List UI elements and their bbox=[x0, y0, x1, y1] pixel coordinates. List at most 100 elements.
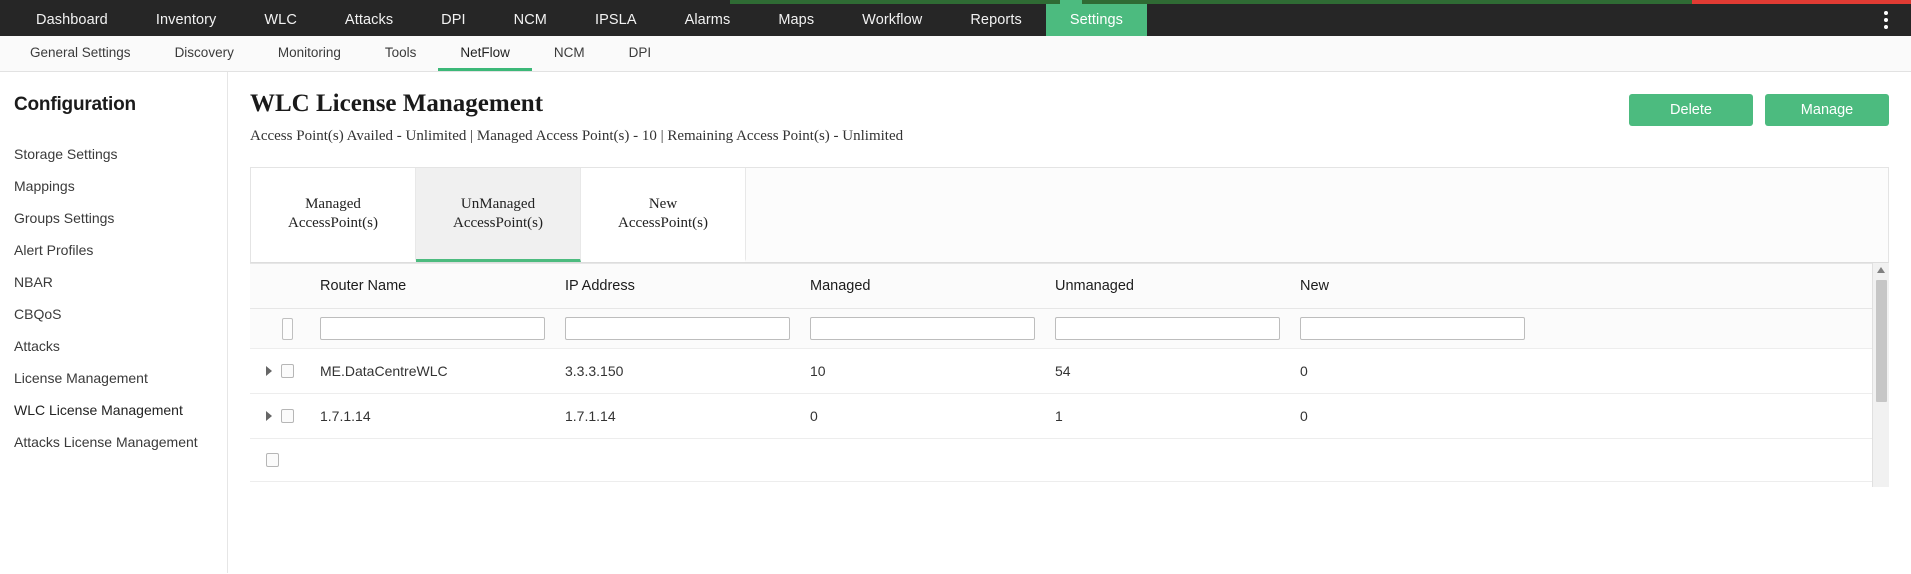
table-head: Router Name IP Address Managed Unmanaged… bbox=[250, 263, 1889, 309]
table-row[interactable]: ME.DataCentreWLC 3.3.3.150 10 54 0 bbox=[250, 348, 1889, 394]
filter-cell-managed bbox=[810, 308, 1055, 349]
cell-router-name bbox=[320, 438, 565, 482]
nav-item-attacks[interactable]: Attacks bbox=[321, 4, 417, 36]
row-checkbox[interactable] bbox=[281, 364, 294, 378]
filter-input-ip-address[interactable] bbox=[565, 317, 791, 340]
subnav-item-dpi[interactable]: DPI bbox=[607, 36, 674, 71]
page-layout: Configuration Storage Settings Mappings … bbox=[0, 72, 1911, 573]
sidebar-item-nbar[interactable]: NBAR bbox=[0, 266, 227, 298]
filter-cell-unmanaged bbox=[1055, 308, 1300, 349]
nav-item-ncm[interactable]: NCM bbox=[490, 4, 571, 36]
cell-spacer bbox=[1545, 393, 1889, 439]
table-body: ME.DataCentreWLC 3.3.3.150 10 54 0 1.7.1… bbox=[250, 308, 1889, 482]
sidebar-item-cbqos[interactable]: CBQoS bbox=[0, 298, 227, 330]
filter-cell-router-name bbox=[320, 308, 565, 349]
nav-item-inventory[interactable]: Inventory bbox=[132, 4, 241, 36]
tab-label-line2: AccessPoint(s) bbox=[618, 214, 708, 231]
page-header-actions: Delete Manage bbox=[1629, 90, 1889, 126]
sidebar-item-groups-settings[interactable]: Groups Settings bbox=[0, 202, 227, 234]
table-vertical-scrollbar[interactable] bbox=[1872, 263, 1889, 487]
tab-filler bbox=[746, 168, 1888, 262]
sidebar-item-label: Attacks bbox=[14, 338, 60, 354]
subnav-item-label: Tools bbox=[384, 44, 417, 60]
column-resize-handle[interactable] bbox=[282, 317, 293, 340]
scroll-up-arrow-icon[interactable] bbox=[1877, 267, 1885, 273]
tab-label-line1: UnManaged bbox=[460, 195, 536, 212]
nav-item-dpi[interactable]: DPI bbox=[417, 4, 489, 36]
subnav-item-label: DPI bbox=[628, 44, 652, 60]
nav-item-label: Maps bbox=[778, 12, 815, 28]
page-title: WLC License Management bbox=[250, 90, 544, 117]
tab-new-accesspoints[interactable]: New AccessPoint(s) bbox=[581, 168, 746, 262]
subnav-item-general-settings[interactable]: General Settings bbox=[8, 36, 153, 71]
nav-item-maps[interactable]: Maps bbox=[754, 4, 838, 36]
tab-label-line2: AccessPoint(s) bbox=[288, 214, 378, 231]
nav-item-reports[interactable]: Reports bbox=[946, 4, 1045, 36]
nav-item-settings[interactable]: Settings bbox=[1045, 4, 1148, 36]
subnav-item-netflow[interactable]: NetFlow bbox=[438, 36, 532, 71]
cell-spacer bbox=[1545, 438, 1889, 482]
subnav-item-ncm[interactable]: NCM bbox=[532, 36, 607, 71]
nav-item-label: DPI bbox=[441, 12, 466, 28]
nav-item-ipsla[interactable]: IPSLA bbox=[571, 4, 661, 36]
sidebar-item-storage-settings[interactable]: Storage Settings bbox=[0, 138, 227, 170]
sidebar-item-label: WLC License Management bbox=[14, 402, 183, 418]
filter-input-new[interactable] bbox=[1300, 317, 1526, 340]
table-row[interactable]: 1.7.1.14 1.7.1.14 0 1 0 bbox=[250, 393, 1889, 439]
filter-input-unmanaged[interactable] bbox=[1055, 317, 1281, 340]
subnav-item-monitoring[interactable]: Monitoring bbox=[256, 36, 363, 71]
cell-managed: 0 bbox=[810, 393, 1055, 439]
page-header-text: WLC License Management Access Point(s) A… bbox=[250, 90, 1629, 145]
tab-label-line1: Managed bbox=[305, 195, 361, 212]
cell-new bbox=[1300, 438, 1545, 482]
nav-item-label: Workflow bbox=[862, 12, 923, 28]
column-header-router-name[interactable]: Router Name bbox=[320, 263, 565, 309]
nav-item-label: Inventory bbox=[155, 12, 217, 28]
sidebar-item-attacks-license-management[interactable]: Attacks License Management bbox=[0, 426, 227, 458]
expand-row-icon[interactable] bbox=[266, 366, 272, 376]
sidebar-item-mappings[interactable]: Mappings bbox=[0, 170, 227, 202]
sidebar-item-alert-profiles[interactable]: Alert Profiles bbox=[0, 234, 227, 266]
nav-item-alarms[interactable]: Alarms bbox=[661, 4, 755, 36]
sidebar-item-wlc-license-management[interactable]: WLC License Management bbox=[0, 394, 227, 426]
cell-spacer bbox=[1545, 348, 1889, 394]
table-filter-row bbox=[250, 308, 1889, 349]
accesspoint-table-wrapper: Router Name IP Address Managed Unmanaged… bbox=[250, 263, 1889, 487]
kebab-dot bbox=[1884, 11, 1888, 15]
scrollbar-thumb[interactable] bbox=[1876, 280, 1887, 402]
row-checkbox[interactable] bbox=[281, 409, 294, 423]
table-header-row: Router Name IP Address Managed Unmanaged… bbox=[250, 263, 1889, 309]
subnav-item-tools[interactable]: Tools bbox=[363, 36, 439, 71]
sidebar-item-label: Mappings bbox=[14, 178, 75, 194]
nav-item-dashboard[interactable]: Dashboard bbox=[12, 4, 132, 36]
column-header-new[interactable]: New bbox=[1300, 263, 1545, 309]
sidebar-item-label: Groups Settings bbox=[14, 210, 115, 226]
nav-item-label: Settings bbox=[1069, 12, 1124, 28]
tab-unmanaged-accesspoints[interactable]: UnManaged AccessPoint(s) bbox=[416, 168, 581, 262]
subnav-item-discovery[interactable]: Discovery bbox=[153, 36, 256, 71]
main-navigation: Dashboard Inventory WLC Attacks DPI NCM … bbox=[0, 4, 1911, 36]
manage-button[interactable]: Manage bbox=[1765, 94, 1889, 126]
row-checkbox[interactable] bbox=[266, 453, 279, 467]
sidebar-item-license-management[interactable]: License Management bbox=[0, 362, 227, 394]
kebab-menu-icon[interactable] bbox=[1869, 4, 1903, 36]
tab-managed-accesspoints[interactable]: Managed AccessPoint(s) bbox=[251, 168, 416, 262]
subnav-item-label: General Settings bbox=[30, 44, 131, 60]
filter-input-router-name[interactable] bbox=[320, 317, 546, 340]
delete-button[interactable]: Delete bbox=[1629, 94, 1753, 126]
subnav-item-label: Monitoring bbox=[277, 44, 341, 60]
nav-item-workflow[interactable]: Workflow bbox=[838, 4, 946, 36]
sidebar-item-attacks[interactable]: Attacks bbox=[0, 330, 227, 362]
expand-row-icon[interactable] bbox=[266, 411, 272, 421]
column-header-unmanaged[interactable]: Unmanaged bbox=[1055, 263, 1300, 309]
table-row[interactable] bbox=[250, 438, 1889, 482]
column-header-ip-address[interactable]: IP Address bbox=[565, 263, 810, 309]
subnav-item-label: NetFlow bbox=[460, 44, 510, 60]
cell-managed bbox=[810, 438, 1055, 482]
nav-item-wlc[interactable]: WLC bbox=[240, 4, 321, 36]
accesspoint-tabs: Managed AccessPoint(s) UnManaged AccessP… bbox=[250, 167, 1889, 263]
kebab-dot bbox=[1884, 25, 1888, 29]
column-header-managed[interactable]: Managed bbox=[810, 263, 1055, 309]
filter-input-managed[interactable] bbox=[810, 317, 1036, 340]
